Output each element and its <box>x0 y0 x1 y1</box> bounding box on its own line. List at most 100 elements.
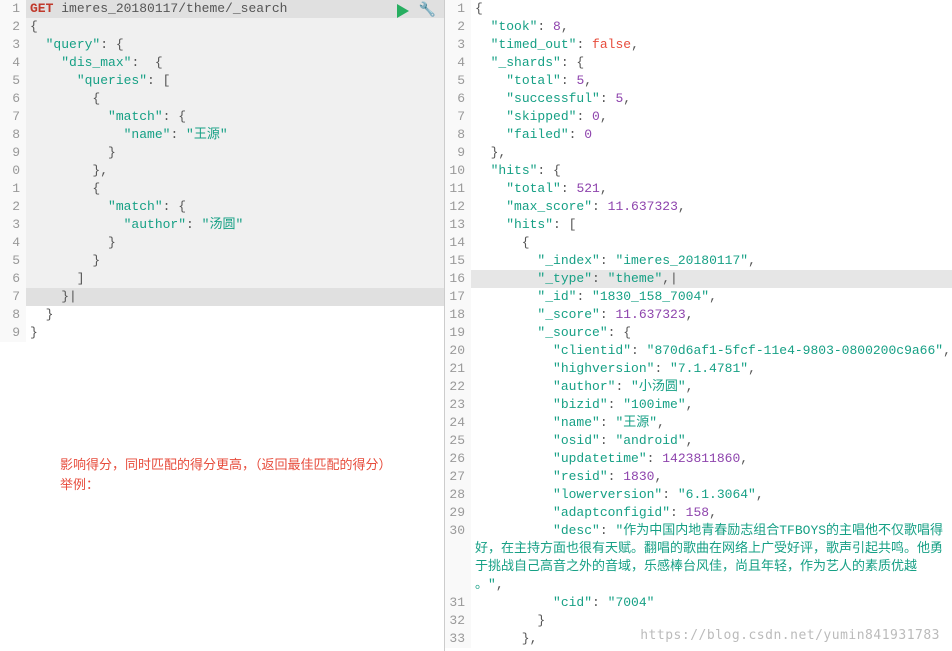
code-line[interactable]: 8 } <box>0 306 444 324</box>
line-content: { <box>26 180 444 198</box>
line-number: 4 <box>445 54 471 72</box>
line-number: 1 <box>0 0 26 18</box>
line-content: "took": 8, <box>471 18 952 36</box>
line-number: 32 <box>445 612 471 630</box>
code-line[interactable]: 2{ <box>0 18 444 36</box>
code-line[interactable]: 12 "max_score": 11.637323, <box>445 198 952 216</box>
line-content: "highversion": "7.1.4781", <box>471 360 952 378</box>
code-line[interactable]: 20 "clientid": "870d6af1-5fcf-11e4-9803-… <box>445 342 952 360</box>
code-line[interactable]: 18 "_score": 11.637323, <box>445 306 952 324</box>
code-line[interactable]: 1GET imeres_20180117/theme/_search <box>0 0 444 18</box>
code-line[interactable]: 7 "match": { <box>0 108 444 126</box>
line-content: "hits": [ <box>471 216 952 234</box>
code-line[interactable]: 1{ <box>445 0 952 18</box>
line-number: 21 <box>445 360 471 378</box>
code-line[interactable]: 30 "desc": "作为中国内地青春励志组合TFBOYS的主唱他不仅歌唱得好… <box>445 522 952 594</box>
code-line[interactable]: 3 "query": { <box>0 36 444 54</box>
code-line[interactable]: 25 "osid": "android", <box>445 432 952 450</box>
line-content: "desc": "作为中国内地青春励志组合TFBOYS的主唱他不仅歌唱得好，在主… <box>471 522 952 594</box>
code-line[interactable]: 21 "highversion": "7.1.4781", <box>445 360 952 378</box>
line-number: 2 <box>0 198 26 216</box>
line-number: 18 <box>445 306 471 324</box>
line-content: { <box>26 18 444 36</box>
code-line[interactable]: 23 "bizid": "100ime", <box>445 396 952 414</box>
code-line[interactable]: 11 "total": 521, <box>445 180 952 198</box>
line-number: 8 <box>445 126 471 144</box>
code-line[interactable]: 5 } <box>0 252 444 270</box>
line-content: "bizid": "100ime", <box>471 396 952 414</box>
line-number: 15 <box>445 252 471 270</box>
line-content: GET imeres_20180117/theme/_search <box>26 0 444 18</box>
line-number: 23 <box>445 396 471 414</box>
code-line[interactable]: 8 "name": "王源" <box>0 126 444 144</box>
request-editor[interactable]: 1GET imeres_20180117/theme/_search2{3 "q… <box>0 0 444 342</box>
code-line[interactable]: 13 "hits": [ <box>445 216 952 234</box>
code-line[interactable]: 27 "resid": 1830, <box>445 468 952 486</box>
code-line[interactable]: 5 "queries": [ <box>0 72 444 90</box>
code-line[interactable]: 31 "cid": "7004" <box>445 594 952 612</box>
line-content: } <box>26 144 444 162</box>
wrench-icon[interactable]: 🔧 <box>419 2 436 19</box>
code-line[interactable]: 3 "author": "汤圆" <box>0 216 444 234</box>
code-line[interactable]: 6 ] <box>0 270 444 288</box>
code-line[interactable]: 2 "match": { <box>0 198 444 216</box>
code-line[interactable]: 9 } <box>0 144 444 162</box>
line-content: { <box>471 0 952 18</box>
run-icon[interactable] <box>397 4 409 18</box>
watermark-text: https://blog.csdn.net/yumin841931783 <box>640 628 940 643</box>
code-line[interactable]: 1 { <box>0 180 444 198</box>
request-panel: 1GET imeres_20180117/theme/_search2{3 "q… <box>0 0 445 651</box>
code-line[interactable]: 7 "skipped": 0, <box>445 108 952 126</box>
code-line[interactable]: 7 }| <box>0 288 444 306</box>
code-line[interactable]: 6 { <box>0 90 444 108</box>
code-line[interactable]: 28 "lowerversion": "6.1.3064", <box>445 486 952 504</box>
line-number: 9 <box>0 144 26 162</box>
code-line[interactable]: 4 "_shards": { <box>445 54 952 72</box>
line-number: 4 <box>0 234 26 252</box>
code-line[interactable]: 4 } <box>0 234 444 252</box>
code-line[interactable]: 17 "_id": "1830_158_7004", <box>445 288 952 306</box>
line-number: 1 <box>445 0 471 18</box>
code-line[interactable]: 24 "name": "王源", <box>445 414 952 432</box>
code-line[interactable]: 22 "author": "小汤圆", <box>445 378 952 396</box>
line-content: "_source": { <box>471 324 952 342</box>
code-line[interactable]: 19 "_source": { <box>445 324 952 342</box>
line-content: "max_score": 11.637323, <box>471 198 952 216</box>
code-line[interactable]: 9} <box>0 324 444 342</box>
code-line[interactable]: 15 "_index": "imeres_20180117", <box>445 252 952 270</box>
code-line[interactable]: 8 "failed": 0 <box>445 126 952 144</box>
line-number: 6 <box>0 90 26 108</box>
line-number: 3 <box>445 36 471 54</box>
line-number: 17 <box>445 288 471 306</box>
code-line[interactable]: 5 "total": 5, <box>445 72 952 90</box>
editor-toolbar: 🔧 <box>397 2 436 19</box>
line-number: 11 <box>445 180 471 198</box>
code-line[interactable]: 4 "dis_max": { <box>0 54 444 72</box>
code-line[interactable]: 16 "_type": "theme",| <box>445 270 952 288</box>
line-number: 6 <box>445 90 471 108</box>
line-number: 13 <box>445 216 471 234</box>
line-number: 6 <box>0 270 26 288</box>
line-number: 29 <box>445 504 471 522</box>
line-content: } <box>26 234 444 252</box>
line-content: } <box>26 306 444 324</box>
code-line[interactable]: 26 "updatetime": 1423811860, <box>445 450 952 468</box>
code-line[interactable]: 29 "adaptconfigid": 158, <box>445 504 952 522</box>
line-number: 8 <box>0 306 26 324</box>
line-number: 25 <box>445 432 471 450</box>
annotation-text: 影响得分，同时匹配的得分更高，（返回最佳匹配的得分） 举例： <box>60 455 392 495</box>
line-number: 26 <box>445 450 471 468</box>
code-line[interactable]: 6 "successful": 5, <box>445 90 952 108</box>
code-line[interactable]: 14 { <box>445 234 952 252</box>
line-number: 27 <box>445 468 471 486</box>
code-line[interactable]: 3 "timed_out": false, <box>445 36 952 54</box>
line-number: 10 <box>445 162 471 180</box>
code-line[interactable]: 2 "took": 8, <box>445 18 952 36</box>
line-content: { <box>471 234 952 252</box>
line-content: "_shards": { <box>471 54 952 72</box>
code-line[interactable]: 9 }, <box>445 144 952 162</box>
code-line[interactable]: 10 "hits": { <box>445 162 952 180</box>
code-line[interactable]: 0 }, <box>0 162 444 180</box>
line-content: "author": "汤圆" <box>26 216 444 234</box>
response-viewer[interactable]: 1{2 "took": 8,3 "timed_out": false,4 "_s… <box>445 0 952 648</box>
